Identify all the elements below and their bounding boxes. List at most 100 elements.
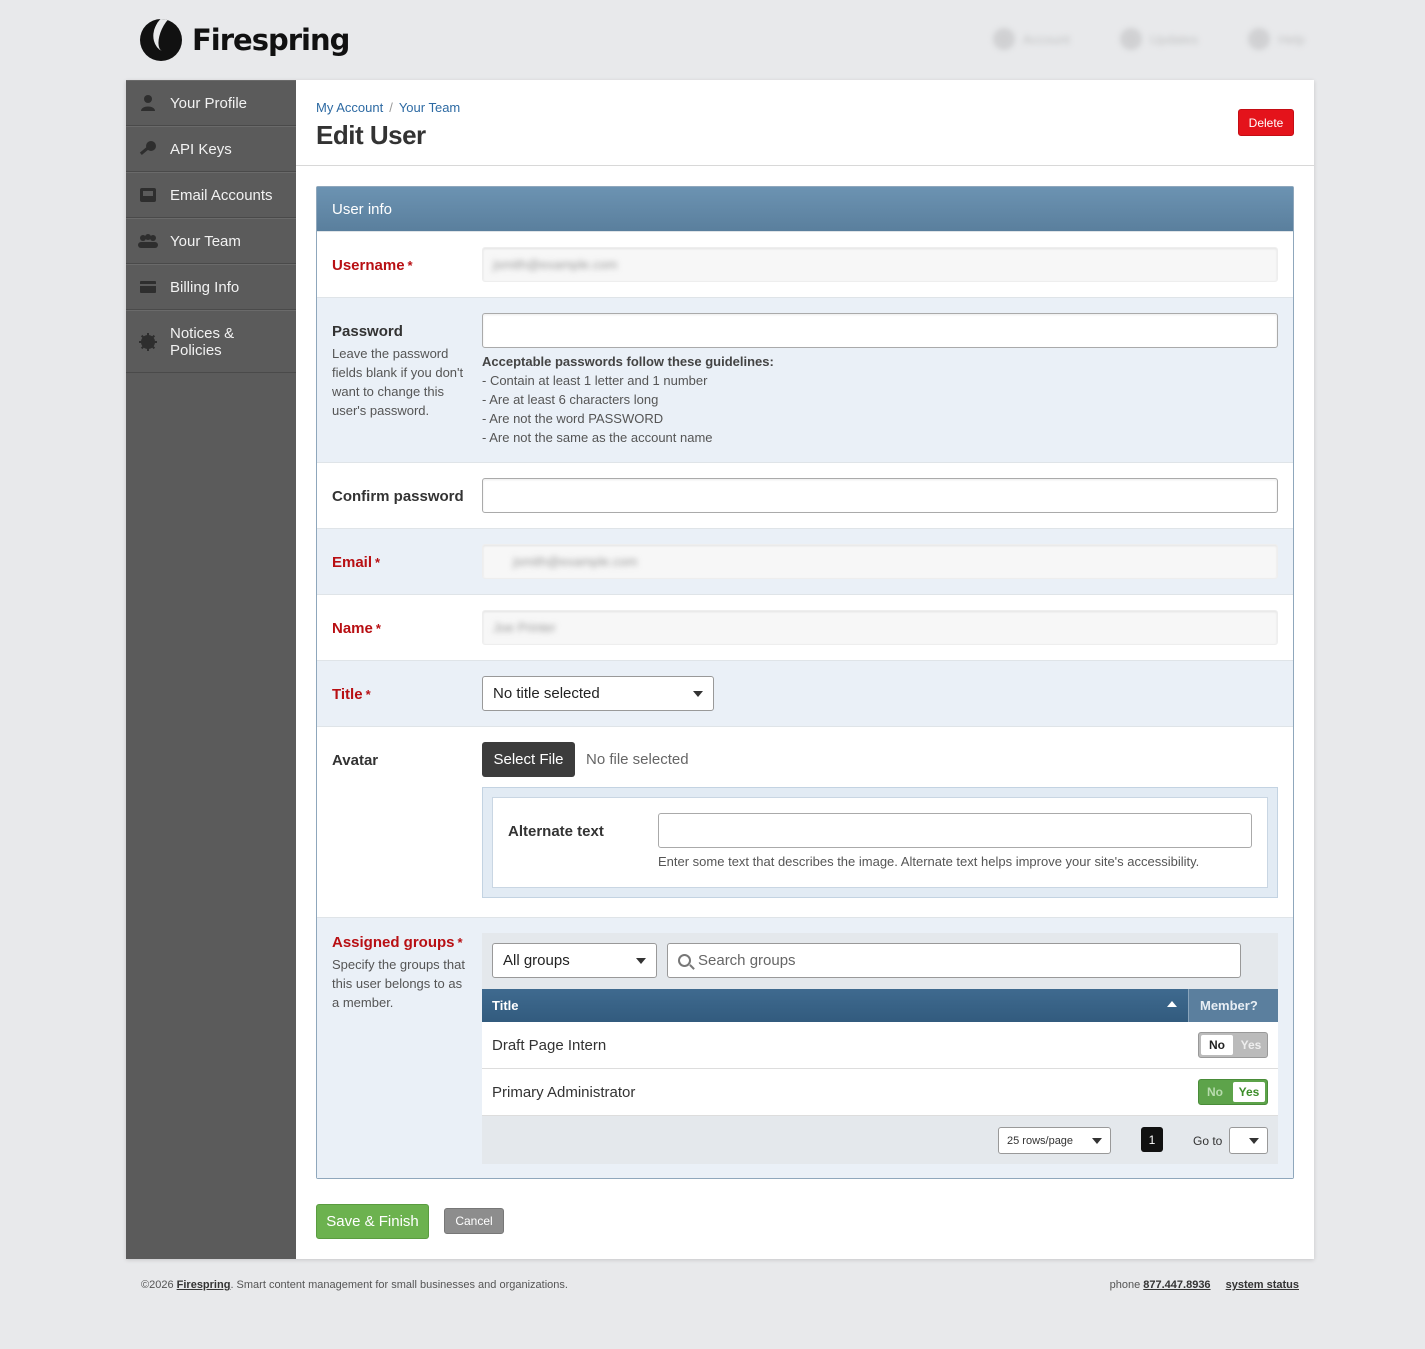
firespring-logo[interactable]: Firespring	[140, 19, 350, 61]
group-title: Draft Page Intern	[492, 1037, 607, 1054]
breadcrumb-separator: /	[389, 100, 393, 115]
password-label: Password	[332, 323, 403, 340]
column-title[interactable]: Title	[492, 998, 519, 1013]
avatar-label: Avatar	[332, 752, 379, 769]
pagination: 25 rows/page 1 Go to	[482, 1116, 1278, 1164]
email-field[interactable]: jsmith@example.com	[482, 544, 1278, 579]
top-link-help[interactable]: Help	[1248, 28, 1305, 50]
alternate-text-label: Alternate text	[508, 823, 604, 840]
logo-text: Firespring	[192, 23, 350, 57]
assigned-groups-label: Assigned groups *	[332, 934, 463, 951]
sidebar-item-your-team[interactable]: Your Team	[126, 218, 296, 264]
table-row: Primary Administrator No Yes	[482, 1069, 1278, 1116]
sidebar-item-your-profile[interactable]: Your Profile	[126, 80, 296, 126]
name-label: Name *	[332, 620, 381, 637]
avatar-row: Avatar Select File No file selected Alte…	[317, 726, 1293, 917]
column-member[interactable]: Member?	[1188, 989, 1278, 1022]
card-icon	[138, 278, 158, 296]
person-icon	[138, 94, 158, 112]
breadcrumb-my-account[interactable]: My Account	[316, 100, 383, 115]
select-file-button[interactable]: Select File	[482, 742, 575, 777]
chevron-down-icon	[636, 958, 646, 964]
content-area: My Account / Your Team Edit User Delete Us…	[296, 80, 1314, 1259]
cancel-button[interactable]: Cancel	[444, 1208, 504, 1234]
delete-button[interactable]: Delete	[1238, 109, 1294, 136]
sidebar: Your Profile API Keys Email Accounts You…	[126, 80, 296, 1259]
grid-header: Title Member?	[482, 989, 1278, 1022]
footer-brand-link[interactable]: Firespring	[177, 1279, 231, 1291]
team-icon	[138, 232, 158, 250]
toggle-no[interactable]: No	[1201, 1035, 1233, 1055]
chevron-down-icon	[1249, 1138, 1259, 1144]
required-marker: *	[457, 935, 463, 950]
group-title: Primary Administrator	[492, 1084, 636, 1101]
copyright: ©2026	[141, 1279, 174, 1291]
member-toggle[interactable]: No Yes	[1198, 1079, 1268, 1105]
required-marker: *	[407, 258, 413, 273]
sidebar-item-email-accounts[interactable]: Email Accounts	[126, 172, 296, 218]
search-groups-input[interactable]: Search groups	[667, 943, 1241, 978]
required-marker: *	[375, 621, 381, 636]
top-link-updates[interactable]: Updates	[1119, 28, 1198, 50]
sidebar-item-billing-info[interactable]: Billing Info	[126, 264, 296, 310]
groups-grid: All groups Search groups Title Member? D…	[482, 933, 1278, 1164]
title-label: Title *	[332, 686, 371, 703]
confirm-password-label: Confirm password	[332, 488, 464, 505]
file-status: No file selected	[586, 751, 689, 768]
member-toggle[interactable]: No Yes	[1198, 1032, 1268, 1058]
table-row: Draft Page Intern No Yes	[482, 1022, 1278, 1069]
alternate-text-field[interactable]	[658, 813, 1252, 848]
footer-right: phone 877.447.8936 system status	[1110, 1279, 1299, 1291]
save-finish-button[interactable]: Save & Finish	[316, 1204, 429, 1239]
toggle-yes[interactable]: Yes	[1235, 1033, 1267, 1057]
username-field[interactable]: jsmith@example.com	[482, 247, 1278, 282]
user-info-panel: User info Username * jsmith@example.com P…	[316, 186, 1294, 1179]
username-row: Username * jsmith@example.com	[317, 231, 1293, 297]
divider	[296, 165, 1314, 166]
confirm-password-field[interactable]	[482, 478, 1278, 513]
password-guidelines: Acceptable passwords follow these guidel…	[482, 354, 774, 445]
assigned-groups-row: Assigned groups * Specify the groups that…	[317, 917, 1293, 1178]
title-row: Title * No title selected	[317, 660, 1293, 726]
footer-tagline: . Smart content management for small bus…	[230, 1279, 568, 1291]
panel-header: User info	[317, 187, 1293, 231]
title-select[interactable]: No title selected	[482, 676, 714, 711]
page-number[interactable]: 1	[1141, 1127, 1163, 1152]
chevron-down-icon	[693, 691, 703, 697]
chevron-down-icon	[1092, 1138, 1102, 1144]
name-row: Name * Joe Printer	[317, 594, 1293, 660]
help-icon	[1248, 28, 1271, 50]
phone-label: phone	[1109, 1279, 1141, 1291]
assigned-groups-help: Specify the groups that this user belong…	[332, 957, 465, 1010]
flame-logo-icon	[140, 19, 182, 61]
toggle-yes[interactable]: Yes	[1233, 1082, 1265, 1102]
alternate-text-inner: Alternate text Enter some text that desc…	[492, 797, 1268, 888]
breadcrumb-your-team[interactable]: Your Team	[399, 100, 460, 115]
password-row: Password Leave the password fields blank…	[317, 297, 1293, 462]
groups-filter-select[interactable]: All groups	[492, 943, 657, 978]
system-status-link[interactable]: system status	[1226, 1279, 1299, 1291]
top-link-account[interactable]: Account	[992, 28, 1070, 50]
password-field[interactable]	[482, 313, 1278, 348]
breadcrumb: My Account / Your Team	[316, 100, 460, 115]
password-help: Leave the password fields blank if you d…	[332, 346, 464, 418]
toggle-no[interactable]: No	[1199, 1080, 1231, 1104]
goto-page-select[interactable]	[1229, 1127, 1268, 1154]
page-title: Edit User	[316, 120, 426, 150]
phone-number[interactable]: 877.447.8936	[1143, 1279, 1210, 1291]
updates-icon	[1119, 28, 1142, 50]
sidebar-item-api-keys[interactable]: API Keys	[126, 126, 296, 172]
rows-per-page-select[interactable]: 25 rows/page	[998, 1127, 1111, 1154]
email-label: Email *	[332, 554, 381, 571]
alternate-text-help: Enter some text that describes the image…	[658, 854, 1200, 869]
sort-ascending-icon[interactable]	[1167, 1001, 1177, 1007]
alternate-text-box: Alternate text Enter some text that desc…	[482, 787, 1278, 898]
key-icon	[138, 140, 158, 158]
account-icon	[992, 28, 1015, 50]
top-nav: Account Updates Help	[992, 28, 1305, 50]
footer: ©2026 Firespring. Smart content manageme…	[141, 1279, 1299, 1291]
confirm-password-row: Confirm password	[317, 462, 1293, 528]
inbox-icon	[138, 186, 158, 204]
sidebar-item-notices-policies[interactable]: Notices & Policies	[126, 310, 296, 373]
name-field[interactable]: Joe Printer	[482, 610, 1278, 645]
